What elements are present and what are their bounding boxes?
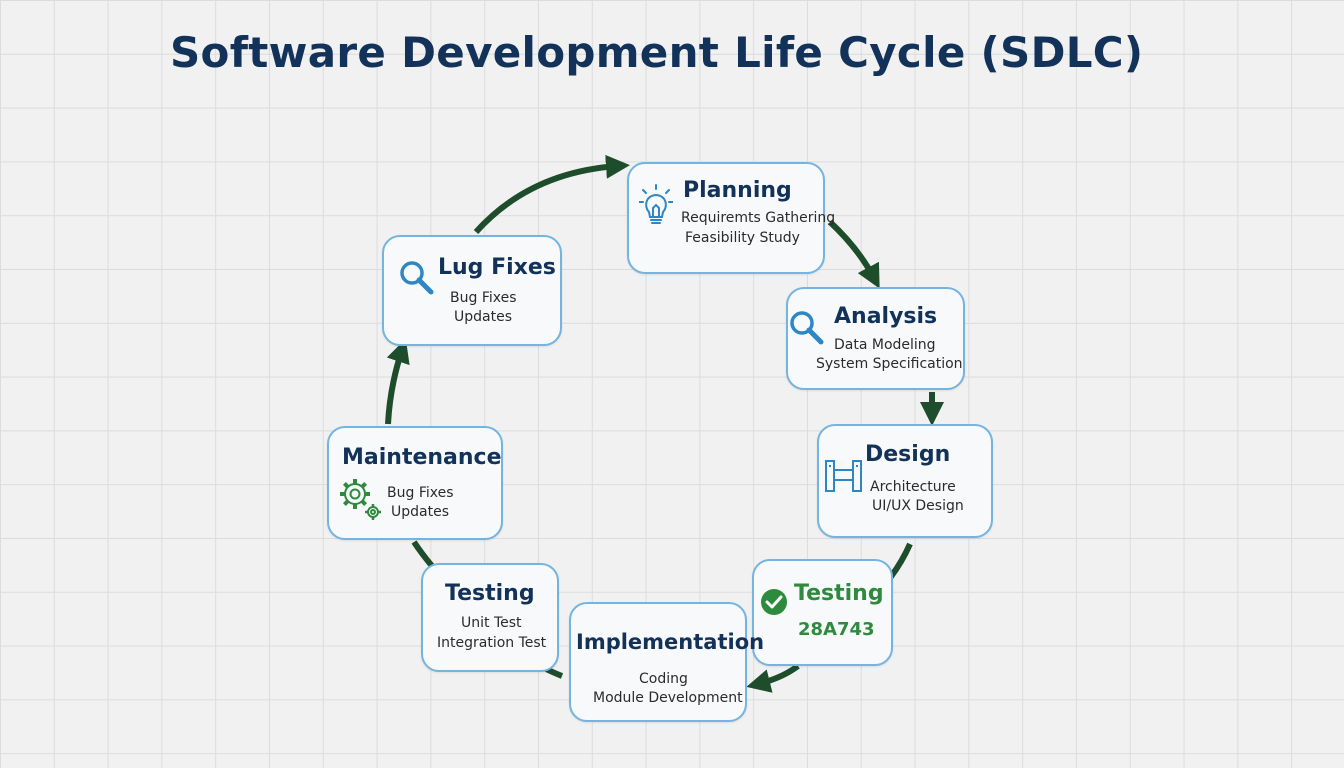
node-implementation-line-2: Module Development: [593, 690, 743, 706]
magnifier-icon: [788, 309, 824, 349]
node-maintenance: Maintenance Bug Fixes Updates: [327, 426, 503, 540]
blueprint-frame-icon: [825, 460, 863, 496]
node-testing-left-line-2: Integration Test: [437, 635, 547, 651]
arrow-planning-to-analysis: [827, 219, 880, 289]
node-design-title: Design: [865, 442, 951, 467]
arrow-maintenance-to-lugfixes: [385, 338, 410, 425]
node-lug-fixes-title: Lug Fixes: [438, 255, 556, 280]
arrow-testing-to-implementation: [746, 663, 800, 693]
node-maintenance-line-2: Updates: [391, 504, 449, 520]
check-circle-icon: [760, 588, 788, 620]
node-testing-right-value: 28A743: [798, 619, 875, 640]
node-implementation-line-1: Coding: [639, 671, 688, 687]
node-implementation: Implementation Coding Module Development: [569, 602, 764, 722]
node-planning-line-2: Feasibility Study: [685, 230, 800, 246]
node-analysis-title: Analysis: [834, 304, 938, 329]
lightbulb-icon: [638, 184, 674, 230]
node-design-line-1: Architecture: [870, 479, 956, 495]
node-maintenance-line-1: Bug Fixes: [387, 485, 454, 501]
node-testing-right: Testing 28A743: [752, 559, 893, 666]
node-testing-left: Testing Unit Test Integration Test: [421, 563, 559, 672]
node-testing-left-line-1: Unit Test: [461, 615, 522, 631]
node-design-line-2: UI/UX Design: [872, 498, 964, 514]
node-analysis: Analysis Data Modeling System Specificat…: [786, 287, 965, 390]
gears-icon: [337, 476, 385, 528]
node-lug-fixes-line-1: Bug Fixes: [450, 290, 517, 306]
node-testing-left-title: Testing: [445, 581, 535, 606]
node-analysis-line-1: Data Modeling: [834, 337, 936, 353]
node-implementation-title: Implementation: [576, 630, 765, 654]
arrow-testing-to-maintenance: [411, 540, 435, 568]
magnifier-icon: [398, 259, 434, 299]
node-planning: Planning Requiremts Gathering Feasibilit…: [627, 162, 835, 274]
arrow-design-to-testing: [887, 542, 913, 580]
node-planning-line-1: Requiremts Gathering: [681, 210, 836, 226]
node-design: Design Architecture UI/UX Design: [817, 424, 993, 538]
node-lug-fixes-line-2: Updates: [454, 309, 512, 325]
node-maintenance-title: Maintenance: [342, 445, 502, 470]
node-lug-fixes: Lug Fixes Bug Fixes Updates: [382, 235, 562, 346]
node-planning-title: Planning: [683, 178, 792, 203]
node-analysis-line-2: System Specification: [816, 356, 963, 372]
node-testing-right-title: Testing: [794, 581, 884, 606]
arrow-lugfixes-to-planning: [473, 154, 630, 235]
